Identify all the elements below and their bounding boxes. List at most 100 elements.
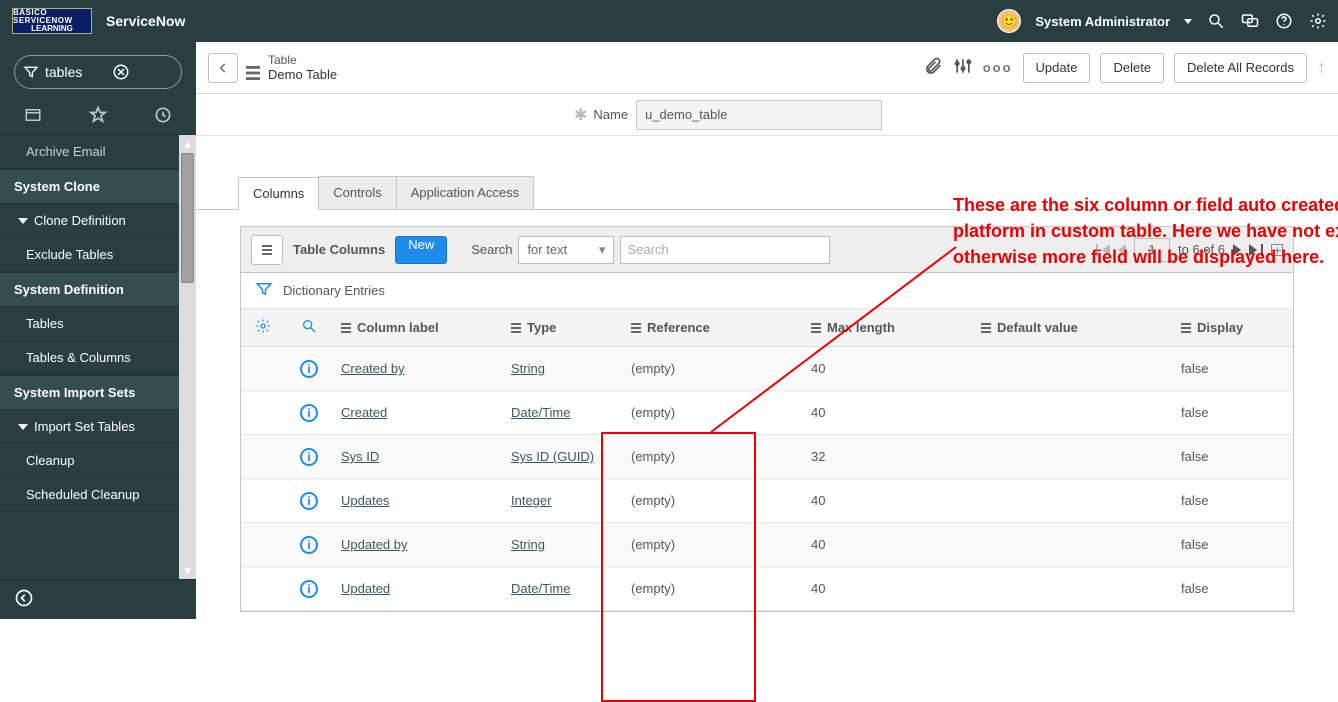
row-type[interactable]: String (511, 537, 545, 552)
user-name[interactable]: System Administrator (1035, 14, 1170, 29)
row-type[interactable]: String (511, 361, 545, 376)
col-header-reference[interactable]: Reference (623, 320, 803, 335)
top-banner: BASICO SERVICENOW LEARNING ServiceNow 🙂 … (0, 0, 1338, 42)
col-header-type[interactable]: Type (503, 320, 623, 335)
row-display: false (1181, 361, 1208, 376)
related-list-toolbar: Table Columns New Search for text▾ Searc… (241, 227, 1293, 273)
delete-all-records-button[interactable]: Delete All Records (1174, 53, 1307, 83)
info-icon[interactable]: i (300, 536, 318, 554)
more-actions-icon[interactable]: ooo (983, 60, 1013, 75)
favorites-icon[interactable] (88, 105, 108, 128)
tab-application-access[interactable]: Application Access (396, 176, 534, 209)
brand-name: ServiceNow (106, 13, 185, 29)
first-page-icon[interactable] (1102, 244, 1110, 256)
row-reference: (empty) (631, 493, 675, 508)
nav-section-system-clone[interactable]: System Clone (0, 169, 189, 204)
info-icon[interactable]: i (300, 404, 318, 422)
row-label[interactable]: Updated (341, 581, 390, 596)
table-row[interactable]: iSys IDSys ID (GUID)(empty)32false (241, 435, 1293, 479)
table-row[interactable]: iCreated byString(empty)40false (241, 347, 1293, 391)
last-page-bar-icon[interactable] (1261, 244, 1263, 256)
clear-filter-icon[interactable] (112, 63, 173, 81)
header-search-icon[interactable] (301, 318, 317, 337)
new-button[interactable]: New (395, 236, 447, 264)
pager: 1 to 6 of 6 (1096, 238, 1283, 262)
row-display: false (1181, 581, 1208, 596)
table-row[interactable]: iUpdatedDate/Time(empty)40false (241, 567, 1293, 611)
nav-item-cleanup[interactable]: Cleanup (0, 444, 189, 478)
row-reference: (empty) (631, 537, 675, 552)
row-label[interactable]: Updated by (341, 537, 408, 552)
table-row[interactable]: iUpdatesInteger(empty)40false (241, 479, 1293, 523)
collapse-nav-icon[interactable] (14, 588, 34, 611)
row-type[interactable]: Date/Time (511, 581, 570, 596)
nav-filter[interactable]: tables (14, 55, 182, 89)
nav-item-tables-columns[interactable]: Tables & Columns (0, 341, 189, 375)
form-menu-icon[interactable] (248, 58, 258, 78)
user-menu-caret-icon[interactable] (1184, 19, 1192, 24)
delete-button[interactable]: Delete (1100, 53, 1164, 83)
nav-section-system-definition[interactable]: System Definition (0, 272, 189, 307)
search-input[interactable]: Search (620, 236, 830, 264)
avatar[interactable]: 🙂 (997, 9, 1021, 33)
table-row[interactable]: iCreatedDate/Time(empty)40false (241, 391, 1293, 435)
nav-item-exclude-tables[interactable]: Exclude Tables (0, 238, 189, 272)
nav-item-tables[interactable]: Tables (0, 307, 189, 341)
filter-icon[interactable] (255, 280, 273, 301)
up-arrow-icon[interactable]: ↑ (1317, 57, 1326, 78)
expand-list-icon[interactable] (1271, 244, 1283, 256)
info-icon[interactable]: i (300, 448, 318, 466)
nav-section-system-import-sets[interactable]: System Import Sets (0, 375, 189, 410)
record-title: Demo Table (268, 67, 337, 83)
row-type[interactable]: Sys ID (GUID) (511, 449, 594, 464)
info-icon[interactable]: i (300, 580, 318, 598)
nav-scrollbar[interactable]: ▴ ▾ (179, 135, 196, 579)
personalize-columns-icon[interactable] (255, 318, 271, 337)
last-page-icon[interactable] (1249, 244, 1257, 256)
row-label[interactable]: Updates (341, 493, 389, 508)
row-max: 32 (811, 449, 825, 464)
col-header-display[interactable]: Display (1173, 320, 1293, 335)
row-label[interactable]: Created by (341, 361, 405, 376)
prev-page-icon[interactable] (1118, 244, 1126, 256)
update-button[interactable]: Update (1023, 53, 1091, 83)
row-type[interactable]: Date/Time (511, 405, 570, 420)
table-row[interactable]: iUpdated byString(empty)40false (241, 523, 1293, 567)
conversations-icon[interactable] (1240, 11, 1260, 31)
col-header-max-length[interactable]: Max length (803, 320, 973, 335)
next-page-icon[interactable] (1233, 244, 1241, 256)
name-field-row: ✱Name u_demo_table (196, 94, 1338, 136)
row-label[interactable]: Created (341, 405, 387, 420)
name-input[interactable]: u_demo_table (636, 100, 882, 130)
nav-item-truncated[interactable]: Archive Email (0, 135, 189, 169)
all-apps-icon[interactable] (23, 106, 43, 127)
first-page-bar-icon[interactable] (1096, 244, 1098, 256)
page-from[interactable]: 1 (1134, 238, 1170, 262)
info-icon[interactable]: i (300, 360, 318, 378)
search-icon[interactable] (1206, 11, 1226, 31)
gear-icon[interactable] (1308, 11, 1328, 31)
back-button[interactable] (208, 53, 238, 83)
tab-columns[interactable]: Columns (238, 177, 319, 210)
scroll-up-arrow-icon[interactable]: ▴ (179, 135, 196, 152)
col-header-default-value[interactable]: Default value (973, 320, 1173, 335)
col-header-label[interactable]: Column label (333, 320, 503, 335)
page-range: to 6 of 6 (1178, 242, 1225, 257)
tab-controls[interactable]: Controls (318, 176, 396, 209)
nav-scroll-area[interactable]: Archive Email System Clone Clone Definit… (0, 135, 196, 579)
scroll-thumb[interactable] (181, 153, 194, 283)
row-label[interactable]: Sys ID (341, 449, 379, 464)
personalize-icon[interactable] (953, 56, 973, 79)
scroll-down-arrow-icon[interactable]: ▾ (179, 562, 196, 579)
row-type[interactable]: Integer (511, 493, 551, 508)
nav-group-import-set-tables[interactable]: Import Set Tables (0, 410, 189, 444)
breadcrumb[interactable]: Dictionary Entries (283, 283, 385, 298)
list-menu-button[interactable] (251, 235, 283, 265)
nav-group-clone-definition[interactable]: Clone Definition (0, 204, 189, 238)
help-icon[interactable] (1274, 11, 1294, 31)
history-icon[interactable] (153, 105, 173, 128)
search-mode-select[interactable]: for text▾ (518, 236, 614, 264)
attachments-icon[interactable] (923, 56, 943, 79)
nav-item-scheduled-cleanup[interactable]: Scheduled Cleanup (0, 478, 189, 512)
info-icon[interactable]: i (300, 492, 318, 510)
